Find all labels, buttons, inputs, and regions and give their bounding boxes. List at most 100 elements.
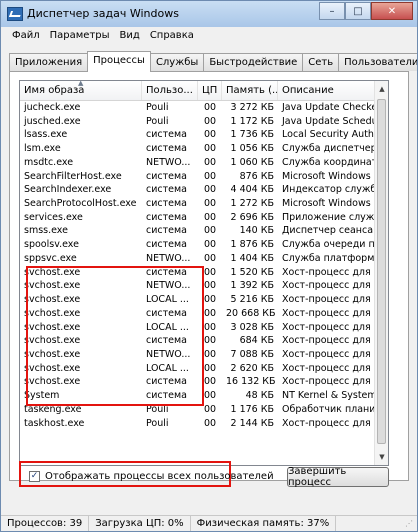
tab-strip: Приложения Процессы Службы Быстродействи… bbox=[9, 51, 417, 72]
cell-memory: 2 620 КБ bbox=[230, 362, 274, 374]
table-row[interactable]: msdtc.exe NETWO... 00 1 060 КБ Служба коорди… bbox=[20, 156, 376, 170]
cell-image-name: SearchIndexer.exe bbox=[24, 184, 112, 196]
table-row[interactable]: SearchProtocolHost.exe система 00 1 272 КБ M… bbox=[20, 197, 376, 211]
cell-description: Служба диспетчера л bbox=[282, 143, 376, 155]
cell-image-name: services.exe bbox=[24, 211, 83, 223]
table-row[interactable]: services.exe система 00 2 696 КБ Приложение … bbox=[20, 211, 376, 225]
status-physical-memory: Физическая память: 37% bbox=[191, 516, 337, 531]
cell-description: Java Update Schedule bbox=[282, 115, 376, 127]
cell-description: Хост-процесс для слу bbox=[282, 362, 376, 374]
cell-memory: 2 696 КБ bbox=[230, 211, 274, 223]
cell-description: Хост-процесс для слу bbox=[282, 348, 376, 360]
scrollbar-thumb[interactable] bbox=[377, 99, 386, 444]
cell-memory: 1 404 КБ bbox=[230, 252, 274, 264]
table-row[interactable]: spoolsv.exe система 00 1 876 КБ Служба очере… bbox=[20, 238, 376, 252]
menu-help[interactable]: Справка bbox=[145, 27, 199, 45]
column-image-name[interactable]: Имя образа ▲ bbox=[20, 81, 142, 100]
resize-grip-icon[interactable]: ⋰ bbox=[405, 519, 415, 529]
table-row[interactable]: lsass.exe система 00 1 736 КБ Local Security… bbox=[20, 128, 376, 142]
cell-cpu: 00 bbox=[203, 225, 217, 237]
column-user[interactable]: Пользо... bbox=[142, 81, 198, 100]
table-row[interactable]: smss.exe система 00 140 КБ Диспетчер сеанса … bbox=[20, 224, 376, 238]
cell-memory: 3 028 КБ bbox=[230, 321, 274, 333]
table-row[interactable]: SearchIndexer.exe система 00 4 404 КБ Индекс… bbox=[20, 183, 376, 197]
cell-description: Microsoft Windows Sea bbox=[282, 170, 376, 182]
cell-memory: 1 876 КБ bbox=[230, 239, 274, 251]
cell-description: Служба платформы з bbox=[282, 252, 376, 264]
cell-memory: 5 216 КБ bbox=[230, 294, 274, 306]
cell-memory: 1 392 КБ bbox=[230, 280, 274, 292]
column-memory[interactable]: Память (... bbox=[222, 81, 278, 100]
cell-memory: 1 176 КБ bbox=[230, 403, 274, 415]
title-bar[interactable]: Диспетчер задач Windows – □ ✕ bbox=[1, 1, 417, 27]
cell-memory: 1 736 КБ bbox=[230, 129, 274, 141]
sort-ascending-icon: ▲ bbox=[78, 81, 84, 87]
task-manager-window: Диспетчер задач Windows – □ ✕ Файл Парам… bbox=[0, 0, 418, 532]
column-description[interactable]: Описание bbox=[278, 81, 376, 100]
cell-memory: 4 404 КБ bbox=[230, 184, 274, 196]
maximize-button[interactable]: □ bbox=[345, 2, 371, 20]
end-process-button[interactable]: Завершить процесс bbox=[287, 466, 389, 488]
cell-memory: 1 060 КБ bbox=[230, 156, 274, 168]
menu-file[interactable]: Файл bbox=[7, 27, 45, 45]
show-all-users-checkbox[interactable]: ✓ bbox=[29, 470, 40, 482]
cell-memory: 2 144 КБ bbox=[230, 417, 274, 429]
table-row[interactable]: lsm.exe система 00 1 056 КБ Служба диспетчер… bbox=[20, 142, 376, 156]
column-label: Имя образа bbox=[24, 85, 85, 96]
cell-user: система bbox=[146, 143, 187, 155]
scroll-up-arrow-icon[interactable]: ▲ bbox=[376, 82, 388, 96]
tab-performance[interactable]: Быстродействие bbox=[203, 53, 304, 71]
tab-services[interactable]: Службы bbox=[149, 53, 205, 71]
table-row[interactable]: jucheck.exe Pouli 00 3 272 КБ Java Update Ch… bbox=[20, 101, 376, 115]
tab-applications[interactable]: Приложения bbox=[9, 53, 89, 71]
cell-description: Хост-процесс для слу bbox=[282, 376, 376, 388]
column-cpu[interactable]: ЦП bbox=[198, 81, 222, 100]
cell-description: Приложение служб и bbox=[282, 211, 376, 223]
show-all-users-option[interactable]: ✓ Отображать процессы всех пользователей bbox=[29, 469, 274, 483]
cell-memory: 1 520 КБ bbox=[230, 266, 274, 278]
cell-user: NETWO... bbox=[146, 252, 191, 264]
minimize-button[interactable]: – bbox=[319, 2, 345, 20]
cell-description: Хост-процесс для слу bbox=[282, 266, 376, 278]
cell-image-name: spoolsv.exe bbox=[24, 239, 79, 251]
cell-description: Служба очереди печ bbox=[282, 239, 376, 251]
cell-cpu: 00 bbox=[203, 170, 217, 182]
cell-cpu: 00 bbox=[203, 156, 217, 168]
cell-description: NT Kernel & System bbox=[282, 390, 376, 402]
cell-description: Индексатор службы bbox=[282, 184, 376, 196]
table-header: Имя образа ▲ Пользо... ЦП Память (... Опи… bbox=[20, 81, 376, 101]
cell-memory: 48 КБ bbox=[245, 390, 274, 402]
menu-options[interactable]: Параметры bbox=[45, 27, 115, 45]
table-row[interactable]: jusched.exe Pouli 00 1 172 КБ Java Update Sc… bbox=[20, 115, 376, 129]
cell-image-name: sppsvc.exe bbox=[24, 252, 77, 264]
table-row[interactable]: taskhost.exe Pouli 00 2 144 КБ Хост-процесс … bbox=[20, 417, 376, 431]
cell-user: система bbox=[146, 129, 187, 141]
cell-cpu: 00 bbox=[203, 198, 217, 210]
cell-image-name: lsass.exe bbox=[24, 129, 68, 141]
cell-user: система bbox=[146, 211, 187, 223]
tab-users[interactable]: Пользователи bbox=[338, 53, 417, 71]
cell-user: система bbox=[146, 225, 187, 237]
status-process-count: Процессов: 39 bbox=[1, 516, 90, 531]
cell-memory: 1 172 КБ bbox=[230, 115, 274, 127]
cell-image-name: msdtc.exe bbox=[24, 156, 74, 168]
cell-description: Хост-процесс для слу bbox=[282, 307, 376, 319]
menu-view[interactable]: Вид bbox=[115, 27, 145, 45]
cell-memory: 1 272 КБ bbox=[230, 198, 274, 210]
vertical-scrollbar[interactable]: ▲ ▼ bbox=[374, 81, 388, 465]
scroll-down-arrow-icon[interactable]: ▼ bbox=[376, 450, 388, 464]
tab-processes[interactable]: Процессы bbox=[87, 51, 151, 72]
cell-user: Pouli bbox=[146, 115, 169, 127]
cell-memory: 16 132 КБ bbox=[226, 376, 276, 388]
cell-image-name: smss.exe bbox=[24, 225, 68, 237]
table-row[interactable]: SearchFilterHost.exe система 00 876 КБ Micro… bbox=[20, 170, 376, 184]
tab-networking[interactable]: Сеть bbox=[302, 53, 340, 71]
cell-memory: 684 КБ bbox=[239, 335, 274, 347]
table-row[interactable]: sppsvc.exe NETWO... 00 1 404 КБ Служба платф… bbox=[20, 252, 376, 266]
cell-image-name: lsm.exe bbox=[24, 143, 61, 155]
show-all-users-label: Отображать процессы всех пользователей bbox=[45, 470, 274, 482]
cell-description: Microsoft Windows Sea bbox=[282, 198, 376, 210]
cell-description: Хост-процесс для слу bbox=[282, 335, 376, 347]
close-button[interactable]: ✕ bbox=[371, 2, 413, 20]
cell-memory: 140 КБ bbox=[239, 225, 274, 237]
